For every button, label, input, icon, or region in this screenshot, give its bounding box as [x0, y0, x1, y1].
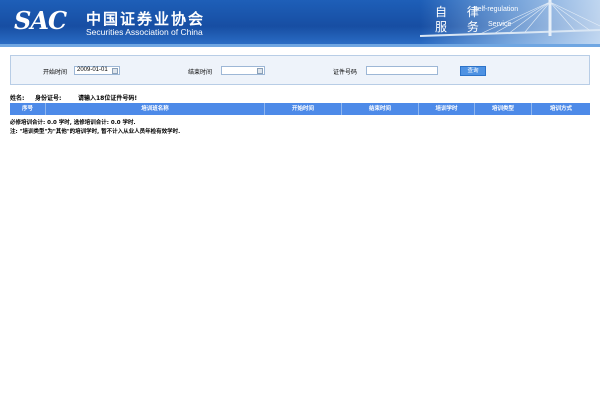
training-table-header: 序号 培训班名称 开始时间 结束时间 培训学时 培训类型 培训方式 [10, 103, 590, 115]
service-cn: 服 务 [435, 20, 487, 34]
column-header-start-time: 开始时间 [265, 103, 342, 115]
org-name-cn: 中国证券业协会 [86, 10, 206, 28]
name-label: 姓名: [10, 95, 25, 102]
header-divider [0, 44, 600, 47]
column-header-end-time: 结束时间 [342, 103, 419, 115]
start-time-label: 开始时间 [43, 69, 68, 76]
query-button[interactable]: 查询 [460, 66, 486, 76]
calendar-icon[interactable] [257, 67, 263, 74]
cert-number-input[interactable] [366, 66, 438, 75]
column-header-index: 序号 [10, 103, 46, 115]
end-time-label: 结束时间 [188, 69, 213, 76]
self-regulation-en: Self-regulation [473, 6, 519, 13]
column-header-hours: 培训学时 [419, 103, 475, 115]
search-panel: 开始时间 2009-01-01 结束时间 证件号码 查询 [10, 55, 590, 85]
id-number-label: 身份证号: [35, 95, 62, 102]
footnote: 注: "培训类型"为"其他"的培训学时, 暂不计入从业人员年检有效学时. [10, 129, 181, 135]
column-header-course-name: 培训班名称 [46, 103, 265, 115]
service-en: Service [488, 21, 512, 28]
calendar-icon[interactable] [112, 67, 118, 74]
site-header: SAC 中国证券业协会 Securities Association of Ch… [0, 0, 600, 44]
sac-logo: SAC [14, 6, 67, 35]
column-header-method: 培训方式 [549, 106, 572, 112]
cert-number-label: 证件号码 [333, 69, 358, 76]
id-number-prompt: 请输入18位证件号码! [78, 95, 138, 102]
org-name-en: Securities Association of China [86, 27, 203, 37]
column-header-type: 培训类型 [475, 103, 532, 115]
hours-summary: 必修培训合计: 0.0 学时, 选修培训合计: 0.0 学时. [10, 120, 136, 126]
